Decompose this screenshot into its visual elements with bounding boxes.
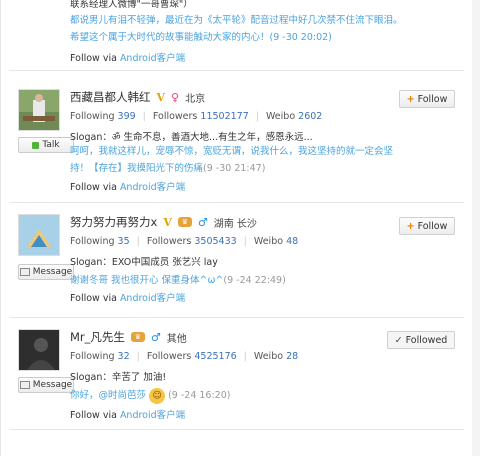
member-icon: ♛ <box>177 217 192 227</box>
via-line: Follow via Android客户端 <box>70 410 186 421</box>
via-link[interactable]: Android客户端 <box>120 53 185 64</box>
via-link[interactable]: Android客户端 <box>120 410 185 421</box>
name-row: 西藏昌都人韩红 V ♀ 北京 <box>70 89 205 105</box>
member-icon: ♛ <box>130 332 145 342</box>
user-location: 其他 <box>166 333 187 345</box>
user-slogan: Slogan：ॐ 生命不息，善酒大地...有生之年，感恩永远... <box>70 132 313 143</box>
follow-button[interactable]: + Follow <box>399 217 455 235</box>
avatar[interactable] <box>18 214 60 256</box>
user-name[interactable]: 西藏昌都人韩红 <box>70 89 151 105</box>
male-icon: ♂ <box>197 215 208 229</box>
following-count[interactable]: 35 <box>118 236 130 247</box>
latest-weibo[interactable]: 谢谢冬哥 我也很开心 保重身体^ω^(9 -24 22:49) <box>70 272 410 289</box>
user-location: 北京 <box>185 93 206 105</box>
message-button[interactable]: Message <box>18 264 74 280</box>
envelope-icon <box>19 381 30 389</box>
latest-weibo[interactable]: 呵呵，我就这样儿，宠辱不惊，宽贬无谓，说我什么，我这坚持的就一定会坚持！【存在】… <box>70 143 410 177</box>
user-name[interactable]: Mr_凡先生 <box>70 329 125 345</box>
user-name[interactable]: 努力努力再努力x <box>70 214 157 230</box>
user-card-partial: 联系经理人微博"一哥曹琛"） 都说男儿有泪不轻弹，最近在为《太平轮》配音过程中好… <box>9 0 464 71</box>
follow-list-page: 联系经理人微博"一哥曹琛"） 都说男儿有泪不轻弹，最近在为《太平轮》配音过程中好… <box>0 0 474 456</box>
plus-icon: + <box>406 220 415 232</box>
talk-button[interactable]: Talk <box>18 137 74 153</box>
followed-button[interactable]: ✓ Followed <box>387 331 455 349</box>
user-card: Talk 西藏昌都人韩红 V ♀ 北京 + Follow Following 3… <box>9 77 464 203</box>
smiley-icon: ☺ <box>149 387 166 404</box>
user-card: Message Mr_凡先生 ♛ ♂ 其他 ✓ Followed Followi… <box>9 317 464 430</box>
via-line: Follow via Android客户端 <box>70 182 186 193</box>
female-icon: ♀ <box>171 90 180 104</box>
online-icon <box>32 141 40 149</box>
user-slogan: Slogan：EXO中国成员 张艺兴 lay <box>70 257 218 268</box>
envelope-icon <box>19 268 30 276</box>
user-location: 湖南 长沙 <box>213 218 257 230</box>
via-link[interactable]: Android客户端 <box>120 293 185 304</box>
latest-weibo[interactable]: 你好，@时尚芭莎 ☺ (9 -24 16:20) <box>70 387 410 404</box>
name-row: Mr_凡先生 ♛ ♂ 其他 <box>70 329 187 345</box>
weibo-count[interactable]: 28 <box>286 351 298 362</box>
via-line: Follow via Android客户端 <box>70 53 186 64</box>
followers-count[interactable]: 3505433 <box>194 236 236 247</box>
message-button[interactable]: Message <box>18 377 74 393</box>
user-card: Message 努力努力再努力x V ♛ ♂ 湖南 长沙 + Follow Fo… <box>9 202 464 318</box>
weibo-count[interactable]: 48 <box>286 236 298 247</box>
user-stats: Following 32 | Followers 4525176 | Weibo 28 <box>70 351 299 362</box>
user-stats: Following 35 | Followers 3505433 | Weibo 48 <box>70 236 299 247</box>
follow-button[interactable]: + Follow <box>399 90 455 108</box>
check-icon: ✓ <box>394 334 403 346</box>
verified-icon: V <box>156 90 166 104</box>
weibo-count[interactable]: 2602 <box>298 111 322 122</box>
following-count[interactable]: 32 <box>118 351 130 362</box>
via-line: Follow via Android客户端 <box>70 293 186 304</box>
name-row: 努力努力再努力x V ♛ ♂ 湖南 长沙 <box>70 214 257 230</box>
plus-icon: + <box>406 93 415 105</box>
verified-icon: V <box>163 215 172 229</box>
following-count[interactable]: 399 <box>118 111 136 122</box>
avatar[interactable] <box>18 89 60 131</box>
followers-count[interactable]: 11502177 <box>200 111 248 122</box>
male-icon: ♂ <box>150 330 161 344</box>
via-link[interactable]: Android客户端 <box>120 182 185 193</box>
scrollbar[interactable] <box>472 0 480 456</box>
user-slogan: Slogan：辛苦了 加油! <box>70 372 167 383</box>
weibo-text-line[interactable]: 希望这个属于大时代的故事能触动大家的内心！(9 -30 20:02) <box>70 29 410 46</box>
avatar[interactable] <box>18 329 60 371</box>
followers-count[interactable]: 4525176 <box>194 351 236 362</box>
user-stats: Following 399 | Followers 11502177 | Weibo 2… <box>70 111 323 122</box>
weibo-text-line[interactable]: 都说男儿有泪不轻弹，最近在为《太平轮》配音过程中好几次禁不住流下眼泪。 <box>70 12 410 29</box>
